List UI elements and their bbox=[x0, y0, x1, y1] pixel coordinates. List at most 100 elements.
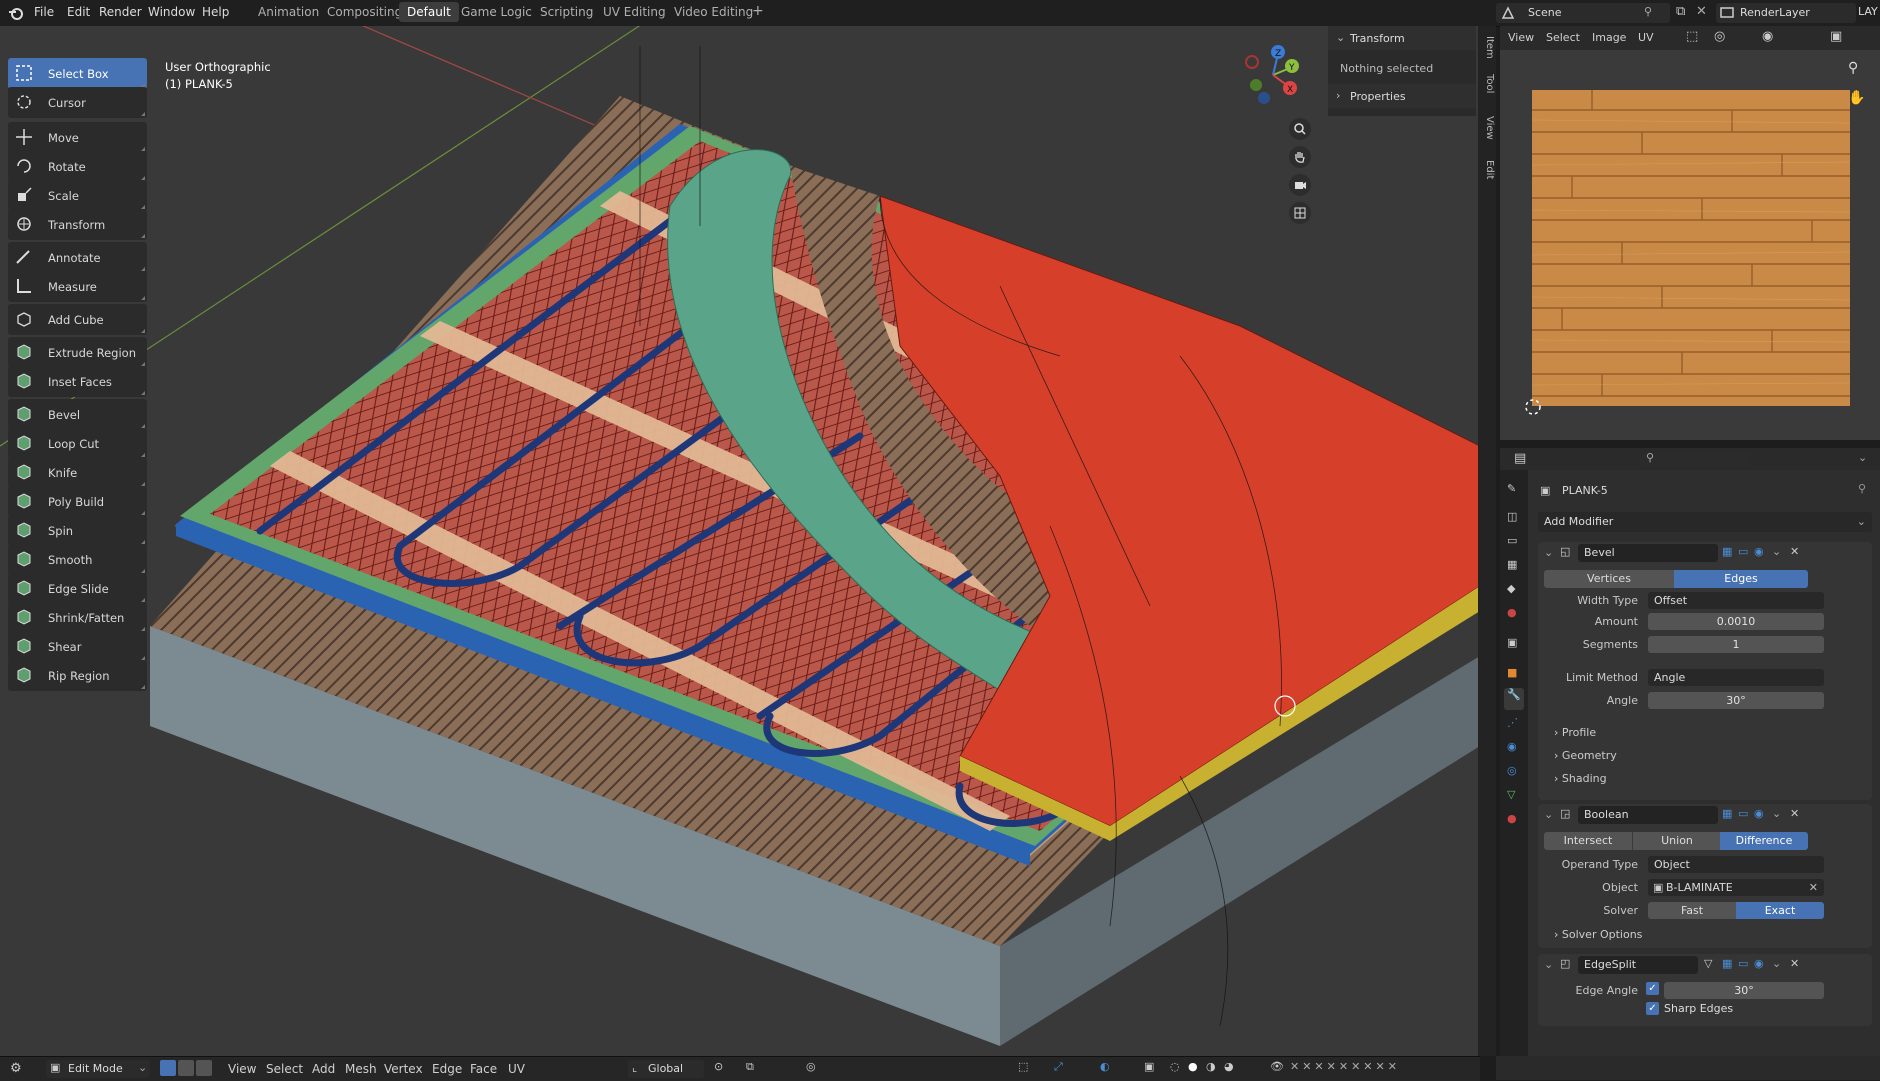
rendered-shading-icon[interactable]: ◕ bbox=[1224, 1060, 1234, 1073]
tool-bevel[interactable]: Bevel bbox=[8, 399, 147, 430]
tool-rip-region[interactable]: Rip Region bbox=[8, 660, 147, 691]
tool-shear[interactable]: Shear bbox=[8, 631, 147, 662]
tool-cursor[interactable]: Cursor bbox=[8, 87, 147, 118]
menu-file[interactable]: File bbox=[34, 5, 54, 19]
uv-display-icon[interactable]: ▣ bbox=[1830, 29, 1842, 44]
render-toggle-icon[interactable]: ◉ bbox=[1754, 957, 1764, 970]
boolean-mode-intersect[interactable]: Intersect bbox=[1544, 832, 1632, 850]
mesh-data-icon[interactable]: ▽ bbox=[1507, 788, 1515, 801]
properties-header[interactable]: › Properties bbox=[1328, 84, 1476, 108]
object-props-icon[interactable]: ■ bbox=[1507, 666, 1517, 679]
remove-modifier-icon[interactable]: ✕ bbox=[1790, 807, 1799, 820]
boolean-object-field[interactable]: ▣ B-LAMINATE ✕ bbox=[1648, 879, 1824, 896]
render-toggle-icon[interactable]: ◉ bbox=[1754, 807, 1764, 820]
view-layer-icon[interactable]: ▦ bbox=[1507, 558, 1517, 571]
camera-view-icon[interactable] bbox=[1289, 174, 1311, 199]
proportional-edit-icon[interactable]: ◎ bbox=[806, 1060, 816, 1073]
bottom-menu-vertex[interactable]: Vertex bbox=[384, 1062, 423, 1076]
viewport-toggle-icon[interactable]: ▭ bbox=[1738, 807, 1748, 820]
edge-angle-field[interactable]: 30° bbox=[1664, 982, 1824, 999]
tool-add-cube[interactable]: Add Cube bbox=[8, 304, 147, 335]
boolean-mode-union[interactable]: Union bbox=[1632, 832, 1721, 850]
collapse-chevron-icon[interactable]: ⌄ bbox=[1544, 546, 1553, 559]
tool-knife[interactable]: Knife bbox=[8, 457, 147, 488]
delete-scene-icon[interactable]: ✕ bbox=[1696, 4, 1707, 19]
profile-subpanel[interactable]: › Profile bbox=[1554, 726, 1596, 739]
tool-shrink-fatten[interactable]: Shrink/Fatten bbox=[8, 602, 147, 633]
menu-render[interactable]: Render bbox=[99, 5, 142, 19]
tool-annotate[interactable]: Annotate bbox=[8, 242, 147, 273]
tool-props-icon[interactable]: ✎ bbox=[1507, 482, 1516, 495]
gizmo-toggle-icon[interactable]: ⤢ bbox=[1054, 1060, 1063, 1074]
material-icon[interactable]: ● bbox=[1507, 812, 1517, 825]
tool-scale[interactable]: Scale bbox=[8, 180, 147, 211]
face-select-icon[interactable] bbox=[196, 1060, 212, 1076]
new-scene-icon[interactable]: ⧉ bbox=[1676, 4, 1685, 19]
clear-object-icon[interactable]: ✕ bbox=[1809, 879, 1818, 896]
tab-default[interactable]: Default bbox=[399, 2, 459, 22]
tab-view[interactable]: View bbox=[1479, 116, 1495, 140]
bevel-mode-vertices[interactable]: Vertices bbox=[1544, 570, 1674, 588]
width-type-dropdown[interactable]: Offset bbox=[1648, 592, 1824, 609]
amount-field[interactable]: 0.0010 bbox=[1648, 613, 1824, 630]
bevel-mode-edges[interactable]: Edges bbox=[1674, 570, 1808, 588]
uv-proportional-icon[interactable]: ◉ bbox=[1762, 29, 1773, 44]
tool-measure[interactable]: Measure bbox=[8, 271, 147, 302]
tool-smooth[interactable]: Smooth bbox=[8, 544, 147, 575]
solid-shading-icon[interactable]: ● bbox=[1188, 1060, 1198, 1073]
blender-logo-icon[interactable] bbox=[8, 5, 24, 21]
pan-hand-icon[interactable] bbox=[1289, 146, 1311, 171]
edgesplit-name-field[interactable]: EdgeSplit bbox=[1578, 956, 1698, 974]
uv-sync-icon[interactable]: ⬚ bbox=[1686, 29, 1698, 44]
output-props-icon[interactable]: ▭ bbox=[1507, 534, 1517, 547]
solver-options-subpanel[interactable]: › Solver Options bbox=[1554, 928, 1642, 941]
uv-menu-view[interactable]: View bbox=[1508, 31, 1534, 44]
render-props-icon[interactable]: ◫ bbox=[1507, 510, 1517, 523]
modifier-menu-icon[interactable]: ⌄ bbox=[1772, 807, 1781, 820]
overlay-toggle-icon[interactable]: ◐ bbox=[1100, 1060, 1110, 1073]
tab-edit[interactable]: Edit bbox=[1479, 160, 1495, 179]
uv-pan-icon[interactable]: ✋ bbox=[1848, 90, 1865, 106]
editmode-toggle-icon[interactable]: ▦ bbox=[1722, 545, 1732, 558]
tool-move[interactable]: Move bbox=[8, 122, 147, 153]
pin-object-icon[interactable]: ⚲ bbox=[1858, 482, 1866, 495]
menu-window[interactable]: Window bbox=[148, 5, 195, 19]
3d-viewport[interactable]: Select Box Cursor Move Rotate Scale Transform… bbox=[0, 26, 1480, 1056]
tab-tool[interactable]: Tool bbox=[1479, 74, 1495, 93]
bottom-menu-view[interactable]: View bbox=[228, 1062, 256, 1076]
modifier-menu-icon[interactable]: ⌄ bbox=[1772, 545, 1781, 558]
solver-fast[interactable]: Fast bbox=[1648, 902, 1736, 919]
visibility-icon[interactable]: 👁 bbox=[1270, 1060, 1284, 1073]
tab-scripting[interactable]: Scripting bbox=[534, 5, 599, 19]
mode-selector[interactable]: ▣ Edit Mode ⌄ bbox=[46, 1060, 150, 1078]
editmode-toggle-icon[interactable]: ▦ bbox=[1722, 957, 1732, 970]
material-shading-icon[interactable]: ◑ bbox=[1206, 1060, 1216, 1073]
properties-search-input[interactable]: ⚲ bbox=[1640, 451, 1750, 467]
collapse-chevron-icon[interactable]: ⌄ bbox=[1544, 958, 1553, 971]
particles-icon[interactable]: ⋰ bbox=[1507, 716, 1518, 729]
boolean-modifier-header[interactable]: ⌄ ◲ Boolean ▦ ▭ ◉ ⌄ ✕ bbox=[1538, 804, 1872, 826]
geometry-subpanel[interactable]: › Geometry bbox=[1554, 749, 1617, 762]
menu-help[interactable]: Help bbox=[202, 5, 229, 19]
bottom-menu-select[interactable]: Select bbox=[266, 1062, 303, 1076]
edge-select-icon[interactable] bbox=[178, 1060, 194, 1076]
tool-inset-faces[interactable]: Inset Faces bbox=[8, 366, 147, 397]
limit-method-dropdown[interactable]: Angle bbox=[1648, 669, 1824, 686]
uv-editor[interactable]: ⚲ ✋ bbox=[1500, 50, 1880, 440]
bottom-menu-edge[interactable]: Edge bbox=[432, 1062, 462, 1076]
menu-edit[interactable]: Edit bbox=[67, 5, 90, 19]
shading-subpanel[interactable]: › Shading bbox=[1554, 772, 1607, 785]
collapse-chevron-icon[interactable]: ⌄ bbox=[1544, 808, 1553, 821]
editor-type-icon[interactable]: ▤ bbox=[1514, 451, 1526, 466]
uv-menu-uv[interactable]: UV bbox=[1638, 31, 1654, 44]
physics-icon[interactable]: ◉ bbox=[1507, 740, 1517, 753]
collection-icon[interactable]: ▣ bbox=[1507, 636, 1517, 649]
selectability-icon[interactable]: ⬚ bbox=[1018, 1060, 1028, 1073]
render-toggle-icon[interactable]: ◉ bbox=[1754, 545, 1764, 558]
options-chevron-icon[interactable]: ⌄ bbox=[1858, 451, 1867, 464]
wireframe-shading-icon[interactable]: ◌ bbox=[1170, 1060, 1180, 1073]
remove-modifier-icon[interactable]: ✕ bbox=[1790, 957, 1799, 970]
tool-rotate[interactable]: Rotate bbox=[8, 151, 147, 182]
tool-transform[interactable]: Transform bbox=[8, 209, 147, 240]
hide-toggle-icons[interactable]: ✕✕✕✕✕✕✕✕✕ bbox=[1290, 1060, 1400, 1073]
